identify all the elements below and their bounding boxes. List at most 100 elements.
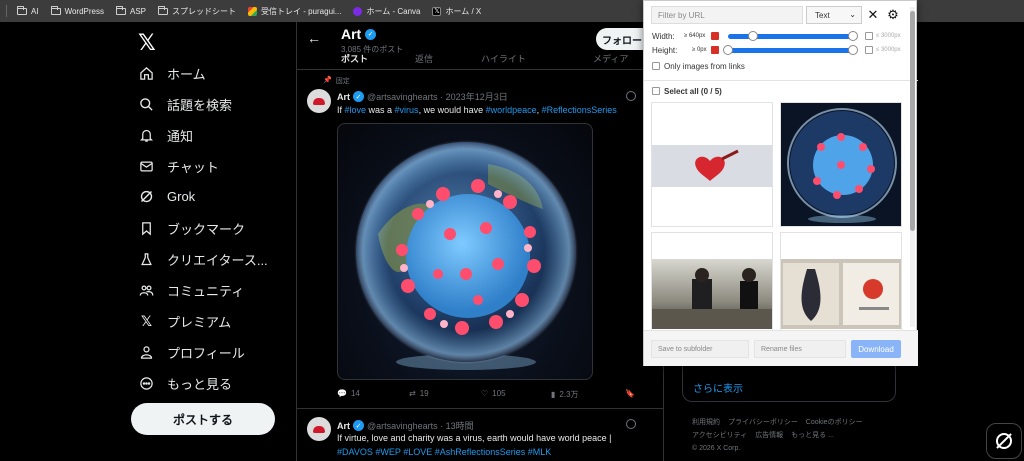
x-icon: 𝕏 [140, 313, 153, 329]
post-button[interactable]: ポストする [131, 403, 275, 435]
width-min-handle[interactable] [748, 31, 758, 41]
tab-media[interactable]: メディア [593, 52, 628, 65]
nav-explore[interactable]: 話題を検索 [138, 95, 288, 114]
bookmark-x[interactable]: 𝕏 ホーム / X [432, 6, 481, 17]
bookmark-ai[interactable]: AI [17, 5, 39, 16]
footer-link[interactable]: もっと見る ... [791, 432, 834, 439]
bell-icon [138, 127, 155, 144]
tab-replies[interactable]: 返信 [415, 52, 433, 65]
avatar[interactable] [307, 417, 331, 441]
filter-url-input[interactable]: Filter by URL [651, 6, 803, 24]
bookmark-button[interactable]: 🔖 [625, 389, 635, 398]
nav-chat[interactable]: チャット [138, 157, 288, 176]
nav-creator-studio[interactable]: クリエイタース... [138, 250, 288, 269]
hashtag-link[interactable]: #worldpeace [486, 105, 537, 115]
bookmark-label: スプレッドシート [172, 6, 236, 16]
author-name[interactable]: Art [337, 421, 350, 431]
width-label: Width: [652, 32, 675, 41]
nav-grok[interactable]: Grok [138, 188, 288, 205]
like-button[interactable]: ♡ 105 [481, 389, 506, 398]
repost-button[interactable]: ⇄ 19 [409, 389, 429, 398]
footer-link[interactable]: アクセシビリティ [692, 432, 747, 439]
height-min-checkbox[interactable] [711, 46, 719, 54]
tab-highlights[interactable]: ハイライト [481, 52, 526, 65]
grok-icon[interactable] [626, 419, 636, 429]
close-icon[interactable]: ✕ [866, 6, 880, 24]
globe-virus-illustration [354, 140, 578, 370]
folder-icon [115, 5, 126, 15]
hashtag-link[interactable]: #ReflectionsSeries [542, 105, 617, 115]
hashtag-link[interactable]: #love [345, 105, 367, 115]
grok-floating-button[interactable] [986, 423, 1022, 459]
copyright: © 2026 X Corp. [692, 445, 741, 452]
width-max-label: ≤ 3000px [876, 33, 901, 39]
footer-link[interactable]: プライバシーポリシー [728, 419, 798, 426]
show-more-link[interactable]: さらに表示 [693, 380, 743, 395]
filter-type-select[interactable]: Text ⌄ [806, 6, 862, 24]
subfolder-input[interactable]: Save to subfolder [651, 340, 749, 358]
nav-premium[interactable]: 𝕏 プレミアム [138, 312, 288, 331]
hashtag-link[interactable]: #virus [395, 105, 419, 115]
bookmark-spreadsheet[interactable]: スプレッドシート [158, 5, 236, 17]
reply-button[interactable]: 💬 14 [337, 389, 360, 398]
nav-label: ホーム [167, 67, 206, 82]
grok-icon[interactable] [626, 91, 636, 101]
hashtag-line[interactable]: #DAVOS #WEP #LOVE #AshReflectionsSeries … [337, 445, 657, 459]
nav-profile[interactable]: プロフィール [138, 343, 288, 362]
popup-scrollbar[interactable] [910, 7, 915, 327]
height-max-handle[interactable] [848, 45, 858, 55]
footer-link[interactable]: 利用規約 [692, 419, 720, 426]
nav-label: Grok [167, 189, 196, 204]
image-thumbnail[interactable] [780, 102, 902, 227]
height-slider[interactable] [728, 48, 852, 53]
gmail-icon [248, 6, 257, 16]
width-max-handle[interactable] [848, 31, 858, 41]
bookmark-label: ホーム / X [445, 6, 482, 16]
views-button[interactable]: ▮ 2.3万 [551, 389, 579, 400]
width-max-checkbox[interactable] [865, 32, 873, 40]
heart-logo-icon [313, 425, 325, 433]
nav-bookmarks[interactable]: ブックマーク [138, 219, 288, 238]
nav-home[interactable]: ホーム [138, 64, 288, 83]
main-timeline: ← Art ✓ 3,085 件のポスト ポスト 返信 ハイライト メディア フォロ… [296, 22, 664, 461]
image-thumbnail[interactable] [651, 102, 773, 227]
tweet-media-image[interactable] [337, 123, 593, 380]
only-links-checkbox[interactable] [652, 62, 660, 70]
height-min-handle[interactable] [723, 45, 733, 55]
bookmark-wordpress[interactable]: WordPress [50, 5, 104, 16]
gear-icon[interactable]: ⚙ [885, 6, 901, 24]
tweet-text: If #love was a #virus, we would have #wo… [337, 105, 617, 115]
footer-link[interactable]: 広告情報 [755, 432, 783, 439]
author-handle[interactable]: @artsavinghearts · 2023年12月3日 [367, 90, 508, 103]
rename-files-input[interactable]: Rename files [754, 340, 846, 358]
scrollbar-thumb[interactable] [910, 11, 915, 231]
nav-notifications[interactable]: 通知 [138, 126, 288, 145]
profile-name: Art ✓ [341, 26, 377, 42]
canva-icon [353, 6, 363, 16]
footer-link[interactable]: Cookieのポリシー [806, 419, 863, 426]
author-name[interactable]: Art [337, 92, 350, 102]
bookmark-canva[interactable]: ホーム - Canva [353, 6, 420, 17]
nav-label: ブックマーク [167, 222, 246, 237]
nav-more[interactable]: もっと見る [138, 374, 288, 393]
tweet-text: If virtue, love and charity was a virus,… [337, 431, 657, 459]
avatar[interactable] [307, 89, 331, 113]
bookmark-label: ASP [129, 6, 146, 16]
download-button[interactable]: Download [851, 340, 901, 358]
height-max-checkbox[interactable] [865, 46, 873, 54]
bookmark-gmail[interactable]: 受信トレイ - puragui... [248, 6, 341, 17]
select-all-checkbox[interactable] [652, 87, 660, 95]
verified-badge-icon: ✓ [365, 28, 377, 40]
tab-posts[interactable]: ポスト [341, 52, 368, 65]
back-arrow-icon[interactable]: ← [307, 30, 321, 46]
width-min-checkbox[interactable] [711, 32, 719, 40]
art-book-image [781, 259, 901, 329]
nav-communities[interactable]: コミュニティ [138, 281, 288, 300]
heart-logo-icon [313, 97, 325, 105]
width-slider[interactable] [728, 34, 852, 39]
people-icon [138, 282, 155, 299]
nav-label: 通知 [167, 129, 194, 144]
mail-icon [138, 158, 155, 175]
x-logo-icon[interactable]: 𝕏 [138, 30, 156, 56]
bookmark-asp[interactable]: ASP [115, 5, 146, 16]
